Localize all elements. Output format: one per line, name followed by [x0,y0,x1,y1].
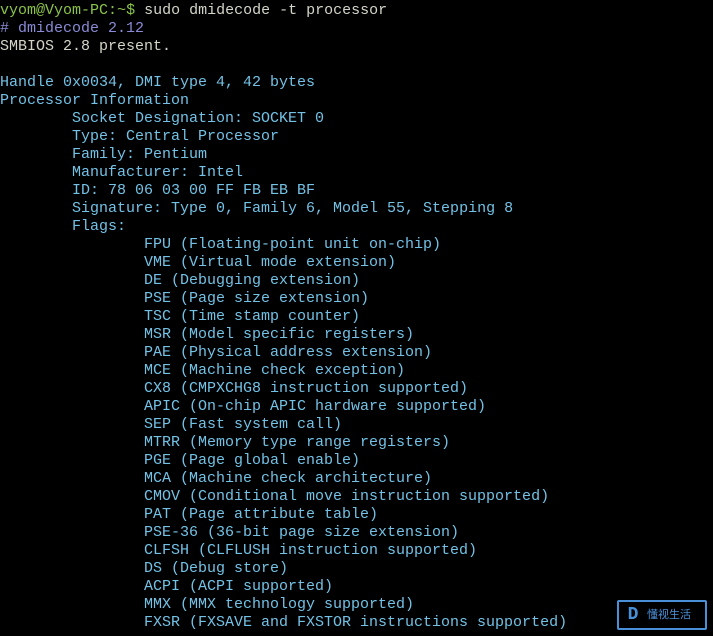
prompt-sep: : [108,2,117,19]
flag-item: MMX (MMX technology supported) [0,596,713,614]
flag-item: ACPI (ACPI supported) [0,578,713,596]
flag-item: MSR (Model specific registers) [0,326,713,344]
flags-list: FPU (Floating-point unit on-chip)VME (Vi… [0,236,713,632]
watermark-icon: D [619,602,647,628]
prompt-user-host: vyom@Vyom-PC [0,2,108,19]
flag-item: MTRR (Memory type range registers) [0,434,713,452]
watermark-text: 懂视生活 [647,606,691,624]
handle-line: Handle 0x0034, DMI type 4, 42 bytes [0,74,713,92]
flag-item: PSE (Page size extension) [0,290,713,308]
flag-item: PAT (Page attribute table) [0,506,713,524]
flag-item: DE (Debugging extension) [0,272,713,290]
flag-item: CMOV (Conditional move instruction suppo… [0,488,713,506]
smbios-version: SMBIOS 2.8 present. [0,38,713,56]
blank-line [0,56,713,74]
field-family: Family: Pentium [0,146,713,164]
flag-item: DS (Debug store) [0,560,713,578]
field-manufacturer: Manufacturer: Intel [0,164,713,182]
field-flags-label: Flags: [0,218,713,236]
field-socket: Socket Designation: SOCKET 0 [0,110,713,128]
flag-item: TSC (Time stamp counter) [0,308,713,326]
field-type: Type: Central Processor [0,128,713,146]
flag-item: FPU (Floating-point unit on-chip) [0,236,713,254]
dmidecode-version: # dmidecode 2.12 [0,20,713,38]
flag-item: PGE (Page global enable) [0,452,713,470]
flag-item: CLFSH (CLFLUSH instruction supported) [0,542,713,560]
flag-item: SEP (Fast system call) [0,416,713,434]
terminal-prompt-line: vyom@Vyom-PC:~$ sudo dmidecode -t proces… [0,2,713,20]
flag-item: MCA (Machine check architecture) [0,470,713,488]
section-title: Processor Information [0,92,713,110]
flag-item: APIC (On-chip APIC hardware supported) [0,398,713,416]
field-id: ID: 78 06 03 00 FF FB EB BF [0,182,713,200]
command-text: sudo dmidecode -t processor [144,2,387,19]
flag-item: CX8 (CMPXCHG8 instruction supported) [0,380,713,398]
flag-item: MCE (Machine check exception) [0,362,713,380]
flag-item: PSE-36 (36-bit page size extension) [0,524,713,542]
flag-item: FXSR (FXSAVE and FXSTOR instructions sup… [0,614,713,632]
flag-item: PAE (Physical address extension) [0,344,713,362]
watermark: D 懂视生活 [617,600,707,630]
flag-item: VME (Virtual mode extension) [0,254,713,272]
prompt-path: ~ [117,2,126,19]
field-signature: Signature: Type 0, Family 6, Model 55, S… [0,200,713,218]
prompt-sigil: $ [126,2,144,19]
